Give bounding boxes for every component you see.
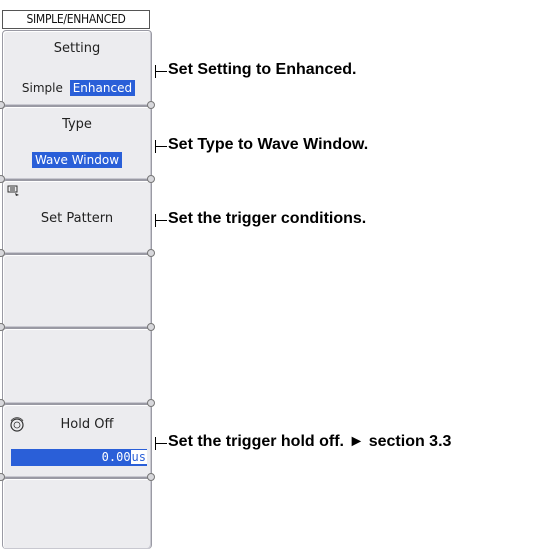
- notch: [147, 249, 155, 257]
- annotation-setting: Set Setting to Enhanced.: [168, 61, 357, 78]
- notch: [147, 399, 155, 407]
- setting-option-enhanced[interactable]: Enhanced: [69, 80, 136, 96]
- hold-off-value: 0.00: [101, 450, 131, 464]
- annotation-type: Set Type to Wave Window.: [168, 136, 369, 153]
- pattern-icon: [7, 185, 21, 200]
- annotation-hold-off: Set the trigger hold off. ► section 3.3: [168, 433, 452, 450]
- softkey-type[interactable]: Type Wave Window: [2, 106, 152, 180]
- callout-line: [155, 65, 167, 78]
- callout-line: [155, 214, 167, 227]
- notch: [147, 473, 155, 481]
- notch: [147, 101, 155, 109]
- softkey-setting[interactable]: Setting Simple Enhanced: [2, 30, 152, 106]
- softkey-empty-3: [2, 478, 152, 549]
- hold-off-unit: us: [130, 450, 147, 464]
- setting-option-simple[interactable]: Simple: [19, 80, 66, 96]
- menu-title: SIMPLE/ENHANCED: [2, 10, 150, 29]
- hold-off-title: Hold Off: [60, 417, 114, 432]
- softkey-empty-1: [2, 254, 152, 328]
- type-value-row: Wave Window: [3, 152, 151, 168]
- setting-title: Setting: [53, 41, 101, 56]
- setting-options: Simple Enhanced: [3, 80, 151, 96]
- notch: [147, 175, 155, 183]
- softkey-menu: SIMPLE/ENHANCED Setting Simple Enhanced …: [0, 0, 155, 549]
- softkey-empty-2: [2, 328, 152, 404]
- callout-line: [155, 437, 167, 450]
- callout-line: [155, 140, 167, 153]
- softkey-set-pattern[interactable]: Set Pattern: [2, 180, 152, 254]
- hold-off-value-field[interactable]: 0.00us: [11, 449, 147, 466]
- type-value: Wave Window: [31, 152, 123, 168]
- annotation-set-pattern: Set the trigger conditions.: [168, 210, 367, 227]
- type-title: Type: [62, 117, 92, 132]
- set-pattern-title: Set Pattern: [40, 211, 114, 226]
- softkey-hold-off[interactable]: Hold Off 0.00us: [2, 404, 152, 478]
- notch: [147, 323, 155, 331]
